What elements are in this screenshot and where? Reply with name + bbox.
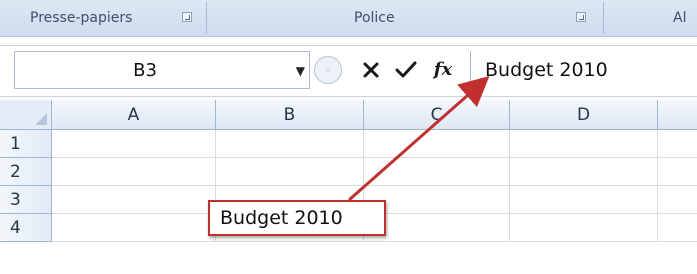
cell-d1[interactable] xyxy=(510,130,658,158)
group-clipboard: Presse-papiers xyxy=(30,0,132,36)
cross-icon xyxy=(363,62,379,78)
cell-a3[interactable] xyxy=(52,186,216,214)
formula-bar: B3 ▼ ◦ fx Budget 2010 xyxy=(0,45,697,97)
cancel-button[interactable] xyxy=(358,54,384,86)
group-font: Police xyxy=(354,0,395,36)
fx-icon: fx xyxy=(433,59,453,80)
cell-c1[interactable] xyxy=(364,130,510,158)
spreadsheet-grid: A B C D 1 2 3 4 xyxy=(0,100,697,274)
cell-a2[interactable] xyxy=(52,158,216,186)
font-launcher-icon[interactable] xyxy=(576,12,586,22)
clipboard-launcher-icon[interactable] xyxy=(182,12,192,22)
column-header-b[interactable]: B xyxy=(216,100,364,130)
formula-input[interactable]: Budget 2010 xyxy=(470,51,697,89)
formula-value: Budget 2010 xyxy=(485,59,608,81)
column-header-d[interactable]: D xyxy=(510,100,658,130)
column-header-c[interactable]: C xyxy=(364,100,510,130)
enter-button[interactable] xyxy=(392,54,420,86)
group-label-font: Police xyxy=(354,10,395,26)
cell-a4[interactable] xyxy=(52,214,216,242)
group-label-clipboard: Presse-papiers xyxy=(30,10,133,26)
column-header-e[interactable] xyxy=(658,100,697,130)
cell-d2[interactable] xyxy=(510,158,658,186)
cell-e4[interactable] xyxy=(658,214,697,242)
name-box-value: B3 xyxy=(133,60,157,81)
cell-b1[interactable] xyxy=(216,130,364,158)
formula-bar-expander-icon[interactable]: ◦ xyxy=(314,56,342,84)
row-header-4[interactable]: 4 xyxy=(0,214,52,242)
row-header-2[interactable]: 2 xyxy=(0,158,52,186)
cell-d4[interactable] xyxy=(510,214,658,242)
group-alignment: Al xyxy=(673,0,686,36)
select-all-corner[interactable] xyxy=(0,100,52,130)
cell-d3[interactable] xyxy=(510,186,658,214)
row-header-1[interactable]: 1 xyxy=(0,130,52,158)
cell-e2[interactable] xyxy=(658,158,697,186)
dropdown-arrow-icon[interactable]: ▼ xyxy=(296,64,305,78)
formula-buttons: ◦ fx xyxy=(314,52,466,88)
cell-e1[interactable] xyxy=(658,130,697,158)
cell-e3[interactable] xyxy=(658,186,697,214)
insert-function-button[interactable]: fx xyxy=(428,54,458,86)
ribbon-separator xyxy=(603,2,604,34)
cell-b2[interactable] xyxy=(216,158,364,186)
cell-a1[interactable] xyxy=(52,130,216,158)
check-icon xyxy=(395,61,417,78)
ribbon-separator xyxy=(206,2,207,34)
name-box[interactable]: B3 ▼ xyxy=(14,51,310,89)
cell-c2[interactable] xyxy=(364,158,510,186)
group-label-alignment: Al xyxy=(673,10,687,26)
ribbon: Presse-papiers Police Al xyxy=(0,0,697,37)
column-header-a[interactable]: A xyxy=(52,100,216,130)
cell-b3-highlight[interactable]: Budget 2010 xyxy=(208,200,386,236)
row-header-3[interactable]: 3 xyxy=(0,186,52,214)
cell-b3-value: Budget 2010 xyxy=(220,207,343,229)
